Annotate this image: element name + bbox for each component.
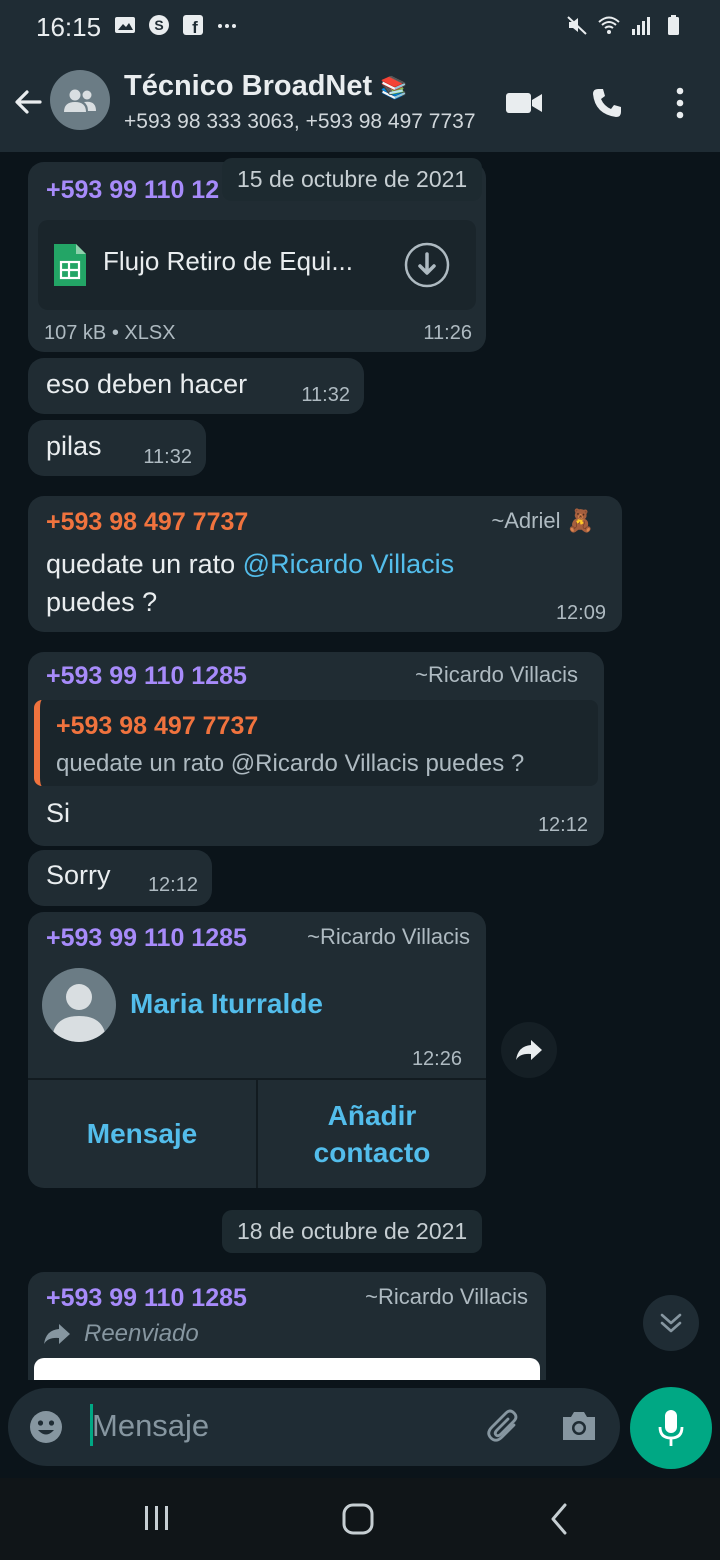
forwarded-image[interactable] [34,1358,540,1380]
image-notification-icon [115,17,135,33]
message-time: 12:12 [537,814,588,836]
system-navigation-bar [0,1478,720,1560]
status-notification-icons: S f [114,14,238,36]
message-reply[interactable]: +593 99 110 1285 ~Ricardo Villacis +593 … [28,652,604,846]
quoted-sender: +593 98 497 7737 [56,712,259,740]
forward-icon [516,1040,542,1060]
message-body: pilas [46,431,102,461]
voice-call-icon[interactable] [591,87,623,119]
chat-title[interactable]: Técnico BroadNet 📚 [124,70,408,103]
home-icon[interactable] [341,1502,375,1536]
status-system-icons [566,14,684,36]
message-forwarded[interactable]: +593 99 110 1285 ~Ricardo Villacis Reenv… [28,1272,546,1380]
message-body: Si [46,798,71,828]
more-notifications-icon [218,24,236,28]
contact-name[interactable]: Maria Iturralde [130,988,323,1020]
wifi-icon [598,16,620,34]
sender-alias: ~Ricardo Villacis [415,662,578,687]
person-icon [52,984,106,1042]
more-options-icon[interactable] [674,86,686,120]
video-call-icon[interactable] [505,89,543,117]
scroll-to-bottom-button[interactable] [643,1295,699,1351]
message-text[interactable]: Sorry 12:12 [28,850,212,906]
signal-icon [632,17,650,35]
chat-participants[interactable]: +593 98 333 3063, +593 98 497 7737 [124,110,478,134]
sender-phone[interactable]: +593 99 110 12 [46,176,219,205]
chat-title-text: Técnico BroadNet [124,70,373,102]
quoted-text: quedate un rato @Ricardo Villacis puedes… [56,750,525,777]
sender-phone[interactable]: +593 98 497 7737 [46,508,248,537]
message-contact-card[interactable]: +593 99 110 1285 ~Ricardo Villacis Maria… [28,912,486,1188]
sender-phone[interactable]: +593 99 110 1285 [46,924,247,953]
mute-icon [567,16,587,35]
message-body-line2: puedes ? [46,587,158,617]
message-text[interactable]: +593 98 497 7737 ~Adriel 🧸 quedate un ra… [28,496,622,632]
forward-button[interactable] [501,1022,557,1078]
message-time: 11:32 [143,446,192,468]
sender-alias: ~Ricardo Villacis [307,924,470,949]
status-time: 16:15 [36,12,102,42]
message-contact-button[interactable]: Mensaje [28,1080,256,1188]
file-attachment[interactable]: Flujo Retiro de Equi... [38,220,476,310]
message-text[interactable]: pilas 11:32 [28,420,206,476]
file-name: Flujo Retiro de Equi... [103,246,354,276]
message-time: 11:26 [423,322,472,344]
mention-link[interactable]: @Ricardo Villacis [243,549,454,579]
double-chevron-down-icon [660,1313,682,1333]
contact-avatar[interactable] [42,968,116,1042]
voice-message-button[interactable] [630,1387,712,1469]
message-time: 12:12 [147,874,198,896]
spreadsheet-file-icon [54,244,86,286]
sender-alias: ~Adriel 🧸 [491,508,594,533]
forwarded-label: Reenviado [84,1320,199,1347]
message-body: Sorry [46,860,111,890]
message-body: eso deben hacer [46,369,248,399]
group-avatar[interactable] [50,70,110,130]
battery-icon [668,15,679,35]
facebook-icon: f [183,15,203,36]
camera-icon[interactable] [560,1409,598,1443]
date-separator: 15 de octubre de 2021 [222,158,483,201]
chat-area[interactable]: +593 99 110 12 Flujo Retiro de Equi... 1… [0,152,720,1380]
download-icon[interactable] [404,242,450,288]
message-body: quedate un rato @Ricardo Villacis [46,549,455,579]
books-emoji: 📚 [380,75,408,100]
emoji-icon[interactable] [28,1409,64,1445]
date-separator: 18 de octubre de 2021 [222,1210,483,1253]
add-contact-button[interactable]: Añadir contacto [258,1080,486,1188]
sender-alias: ~Ricardo Villacis [365,1284,528,1309]
message-composer[interactable]: Mensaje [8,1388,620,1466]
message-time: 12:09 [555,602,606,624]
top-bar: 16:15 S f Técnico BroadNet 📚 +593 98 333… [0,0,720,152]
svg-text:S: S [154,17,163,33]
skype-icon: S [149,15,169,35]
forwarded-icon [44,1324,70,1344]
back-arrow-icon[interactable] [12,86,44,118]
message-time: 12:26 [411,1048,462,1070]
quoted-message[interactable]: +593 98 497 7737 quedate un rato @Ricard… [34,700,598,786]
svg-text:f: f [192,18,198,36]
sender-phone[interactable]: +593 99 110 1285 [46,1284,247,1313]
recent-apps-icon[interactable] [142,1504,172,1532]
back-nav-icon[interactable] [548,1502,570,1536]
message-time: 11:32 [301,384,350,406]
add-contact-label-2: contacto [313,1137,431,1168]
file-meta: 107 kB • XLSX [44,322,176,344]
message-input[interactable]: Mensaje [92,1408,209,1444]
microphone-icon [658,1410,684,1446]
sender-phone[interactable]: +593 99 110 1285 [46,662,247,691]
group-icon [64,89,96,112]
attach-icon[interactable] [484,1407,524,1447]
message-text[interactable]: eso deben hacer 11:32 [28,358,364,414]
add-contact-label-1: Añadir [327,1100,417,1131]
